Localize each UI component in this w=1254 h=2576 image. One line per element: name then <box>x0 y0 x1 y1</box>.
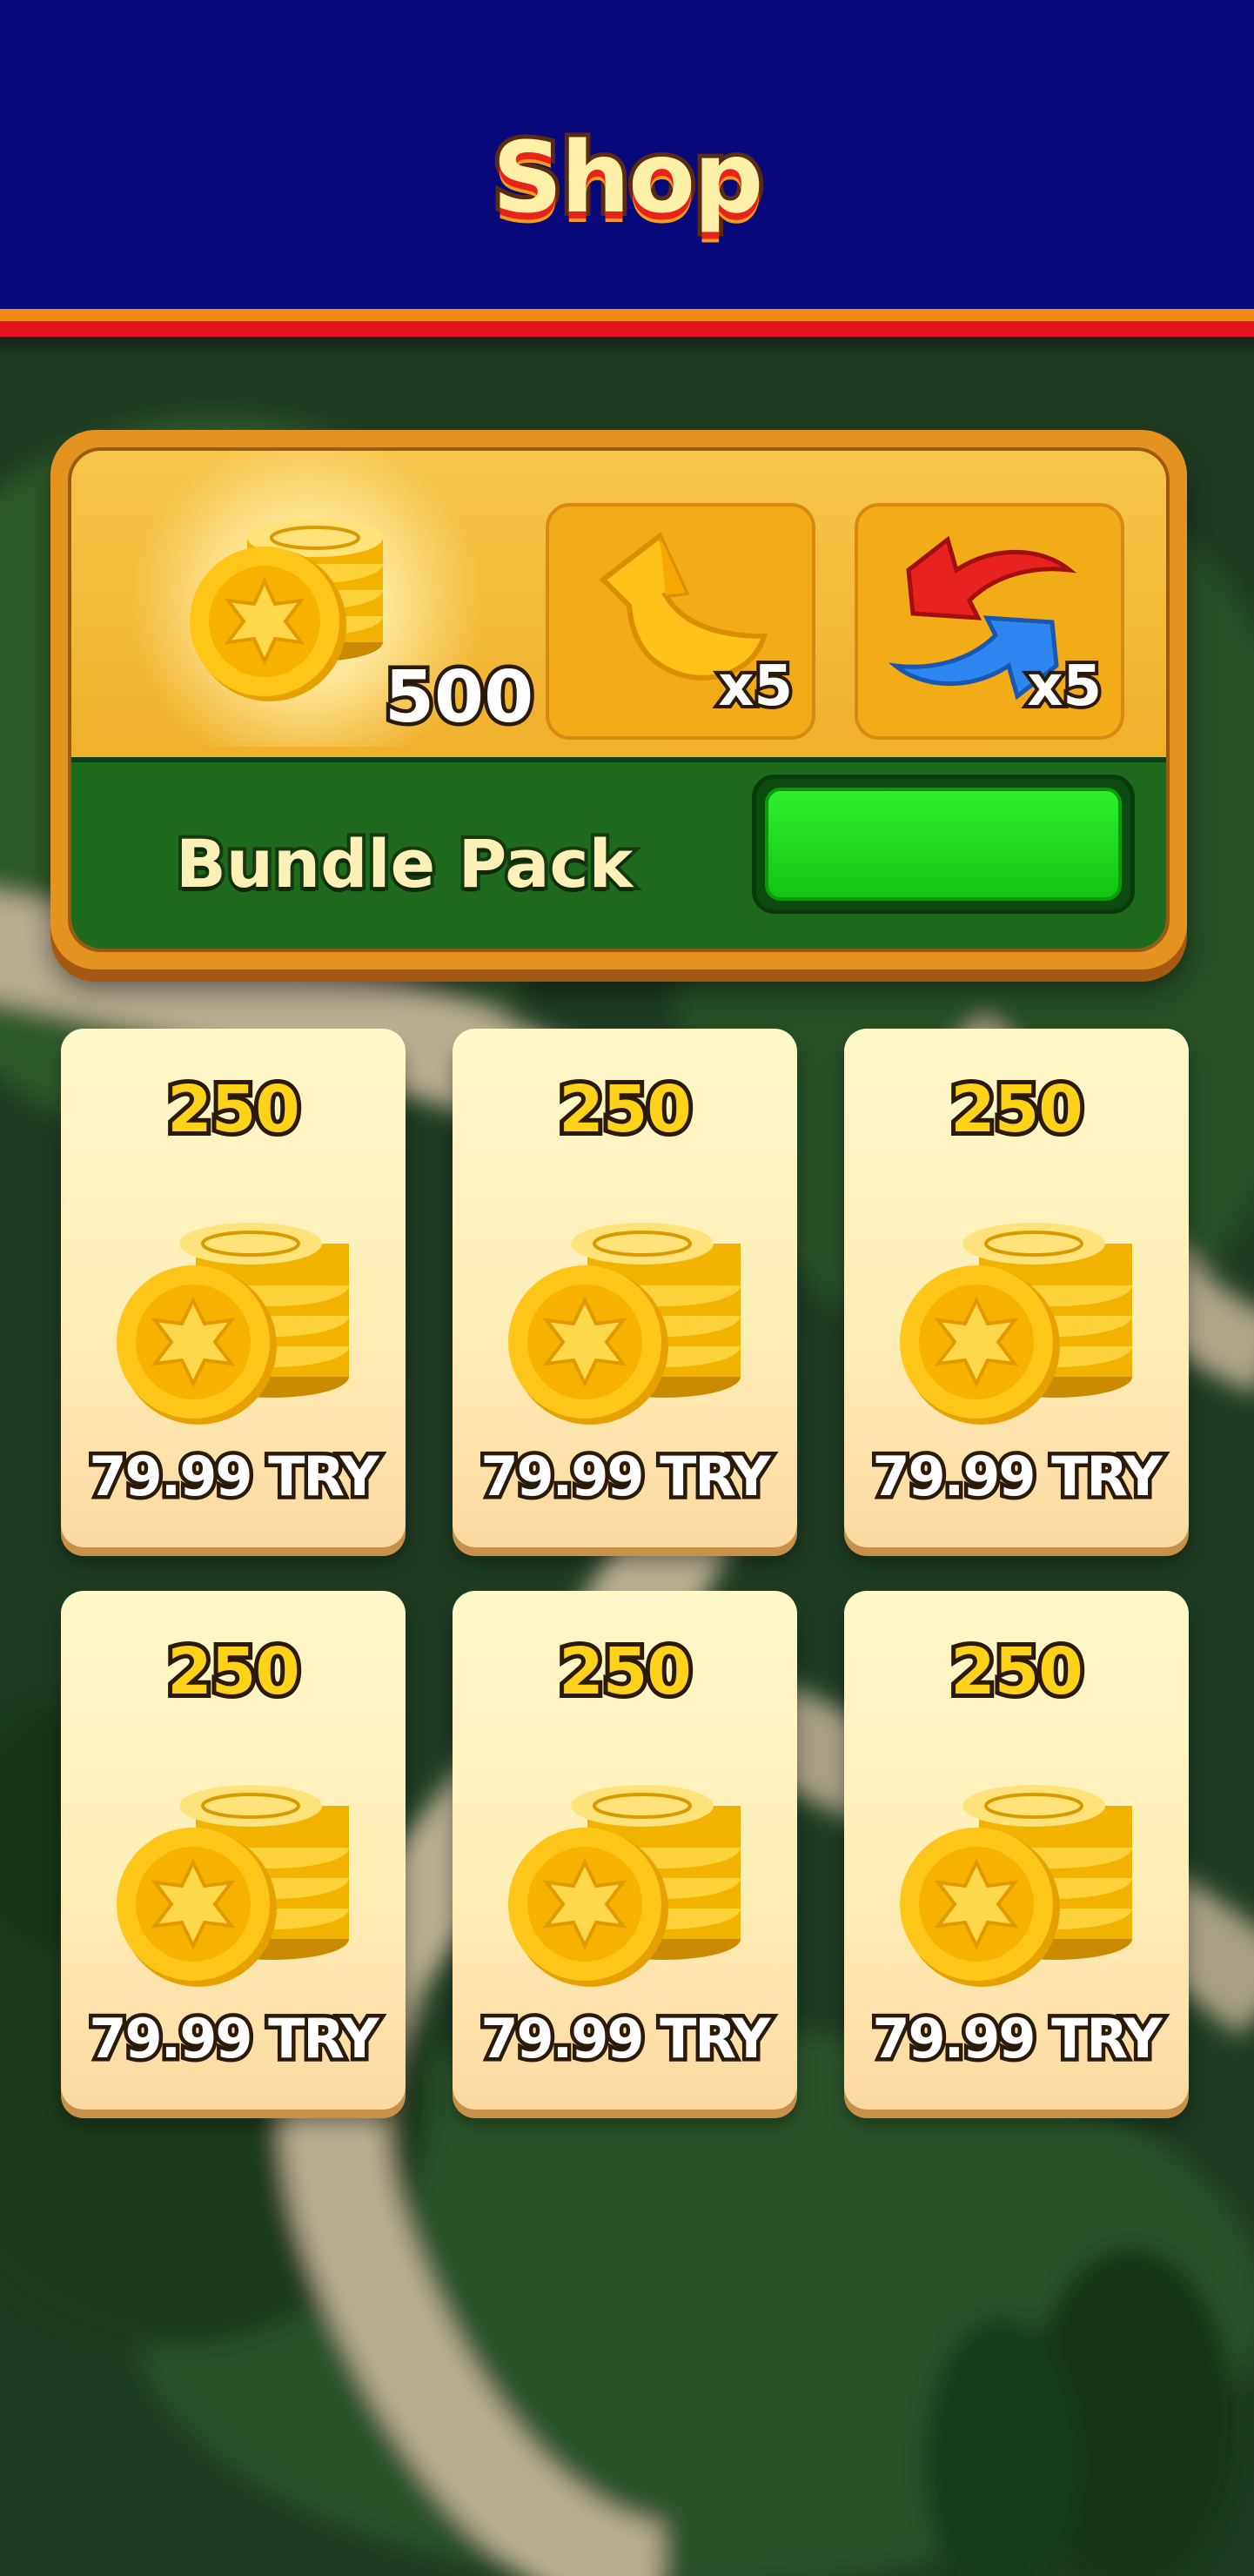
bundle-buy-button[interactable] <box>752 775 1135 914</box>
coin-offer-price: 79.99 TRY <box>85 1441 383 1513</box>
header-stripe <box>0 309 1254 321</box>
bundle-title: Bundle Pack <box>172 822 636 906</box>
header-shadow <box>0 337 1254 356</box>
bundle-coin-amount: 500 <box>380 653 537 743</box>
coin-offer-price: 79.99 TRY <box>868 2003 1166 2075</box>
coin-stack-icon <box>895 1198 1138 1425</box>
coin-offer-price: 79.99 TRY <box>477 2003 775 2075</box>
coin-offer-card[interactable]: 250 79.99 TRY <box>844 1591 1189 2110</box>
coin-stack-icon <box>190 519 383 701</box>
coin-offer-card[interactable]: 250 79.99 TRY <box>844 1029 1189 1547</box>
coin-offer-amount: 250 <box>554 1630 695 1714</box>
coin-offer-card[interactable]: 250 79.99 TRY <box>453 1029 797 1547</box>
coin-stack-icon <box>503 1198 747 1425</box>
bundle-item-undo: x5 <box>546 503 815 740</box>
bundle-item-shuffle: x5 <box>855 503 1124 740</box>
coin-offer-price: 79.99 TRY <box>868 1441 1166 1513</box>
coin-stack-icon <box>895 1761 1138 1987</box>
coin-offer-card[interactable]: 250 79.99 TRY <box>61 1029 406 1547</box>
coin-stack-icon <box>503 1761 747 1987</box>
bundle-buy-button-face <box>765 788 1122 901</box>
undo-quantity: x5 <box>714 651 796 722</box>
page-title: Shop <box>488 117 768 239</box>
coin-offer-amount: 250 <box>163 1068 304 1151</box>
header-stripe-red <box>0 321 1254 337</box>
coin-stack-icon <box>111 1761 355 1987</box>
coin-offer-amount: 250 <box>946 1630 1087 1714</box>
coin-offer-card[interactable]: 250 79.99 TRY <box>453 1591 797 2110</box>
shuffle-quantity: x5 <box>1023 651 1105 722</box>
coin-offer-amount: 250 <box>163 1630 304 1714</box>
coin-offer-price: 79.99 TRY <box>477 1441 775 1513</box>
coin-offer-price: 79.99 TRY <box>85 2003 383 2075</box>
coin-offer-card[interactable]: 250 79.99 TRY <box>61 1591 406 2110</box>
coin-offer-amount: 250 <box>946 1068 1087 1151</box>
bundle-contents: 500 x5 x5 <box>71 451 1166 755</box>
coin-stack-icon <box>111 1198 355 1425</box>
coin-offer-amount: 250 <box>554 1068 695 1151</box>
